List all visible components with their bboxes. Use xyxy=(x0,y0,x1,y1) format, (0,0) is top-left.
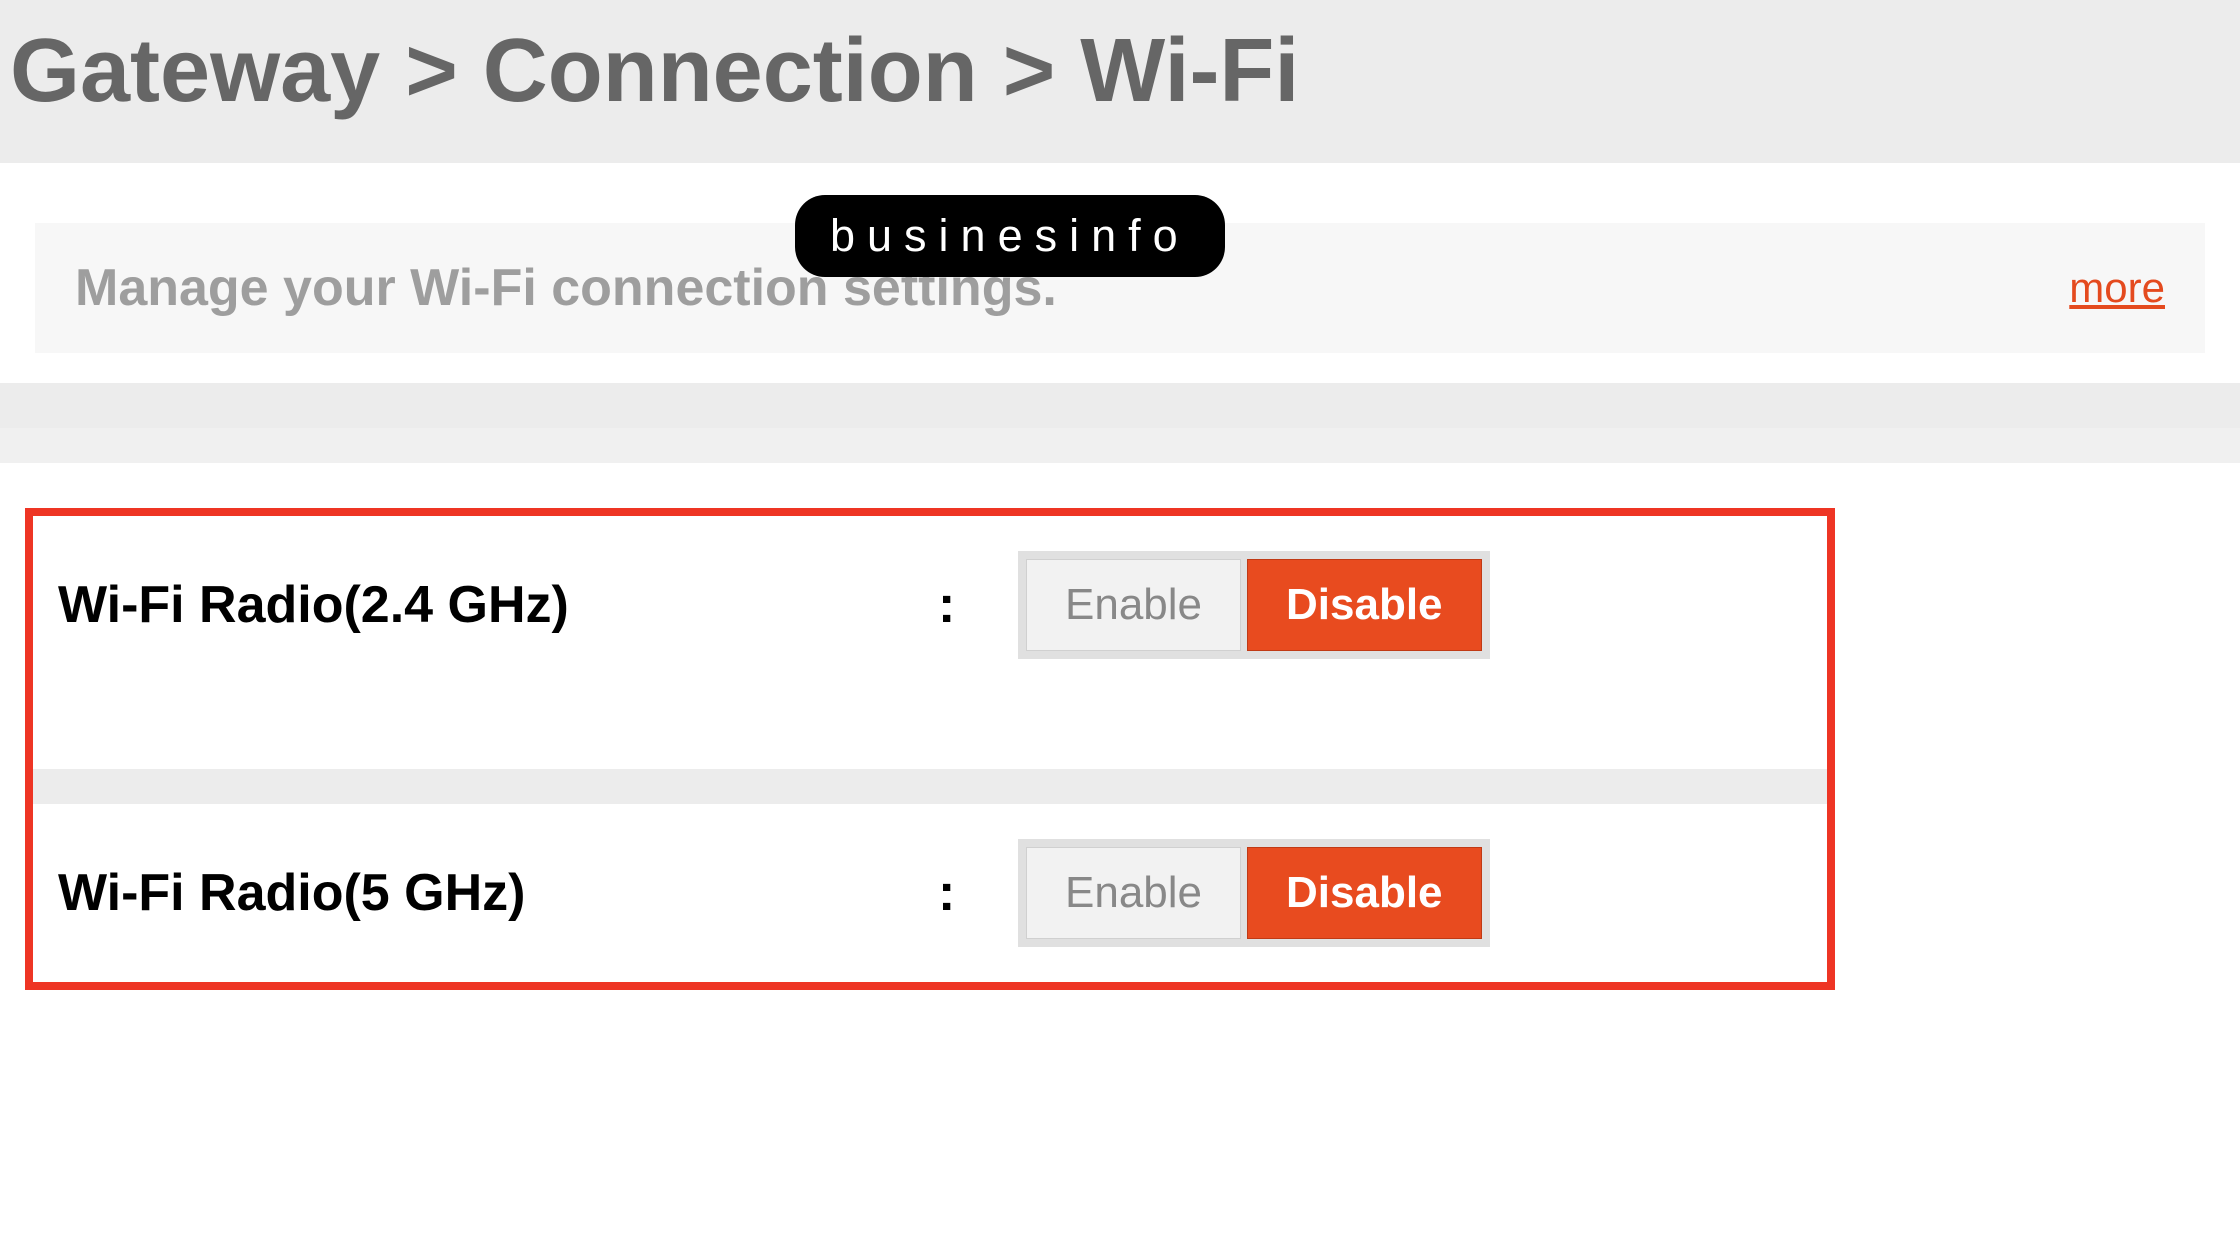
wifi-radio-highlight-box: Wi-Fi Radio(2.4 GHz) : Enable Disable Wi… xyxy=(25,508,1835,990)
colon: : xyxy=(938,863,1018,923)
wifi-radio-24-enable-button[interactable]: Enable xyxy=(1026,559,1241,651)
colon: : xyxy=(938,575,1018,635)
wifi-radio-24-toggle: Enable Disable xyxy=(1018,551,1490,659)
watermark-badge: businesinfo xyxy=(795,195,1225,277)
wifi-radio-5-toggle: Enable Disable xyxy=(1018,839,1490,947)
wifi-radio-5-label: Wi-Fi Radio(5 GHz) xyxy=(58,863,938,923)
wifi-radio-24-label: Wi-Fi Radio(2.4 GHz) xyxy=(58,575,938,635)
wifi-radio-24-disable-button[interactable]: Disable xyxy=(1247,559,1482,651)
wifi-radio-5-row: Wi-Fi Radio(5 GHz) : Enable Disable xyxy=(33,804,1827,982)
wifi-radio-24-row: Wi-Fi Radio(2.4 GHz) : Enable Disable xyxy=(33,516,1827,694)
more-link[interactable]: more xyxy=(2069,264,2165,312)
wifi-radio-5-disable-button[interactable]: Disable xyxy=(1247,847,1482,939)
breadcrumb: Gateway > Connection > Wi-Fi xyxy=(10,20,2230,123)
wifi-radio-5-enable-button[interactable]: Enable xyxy=(1026,847,1241,939)
